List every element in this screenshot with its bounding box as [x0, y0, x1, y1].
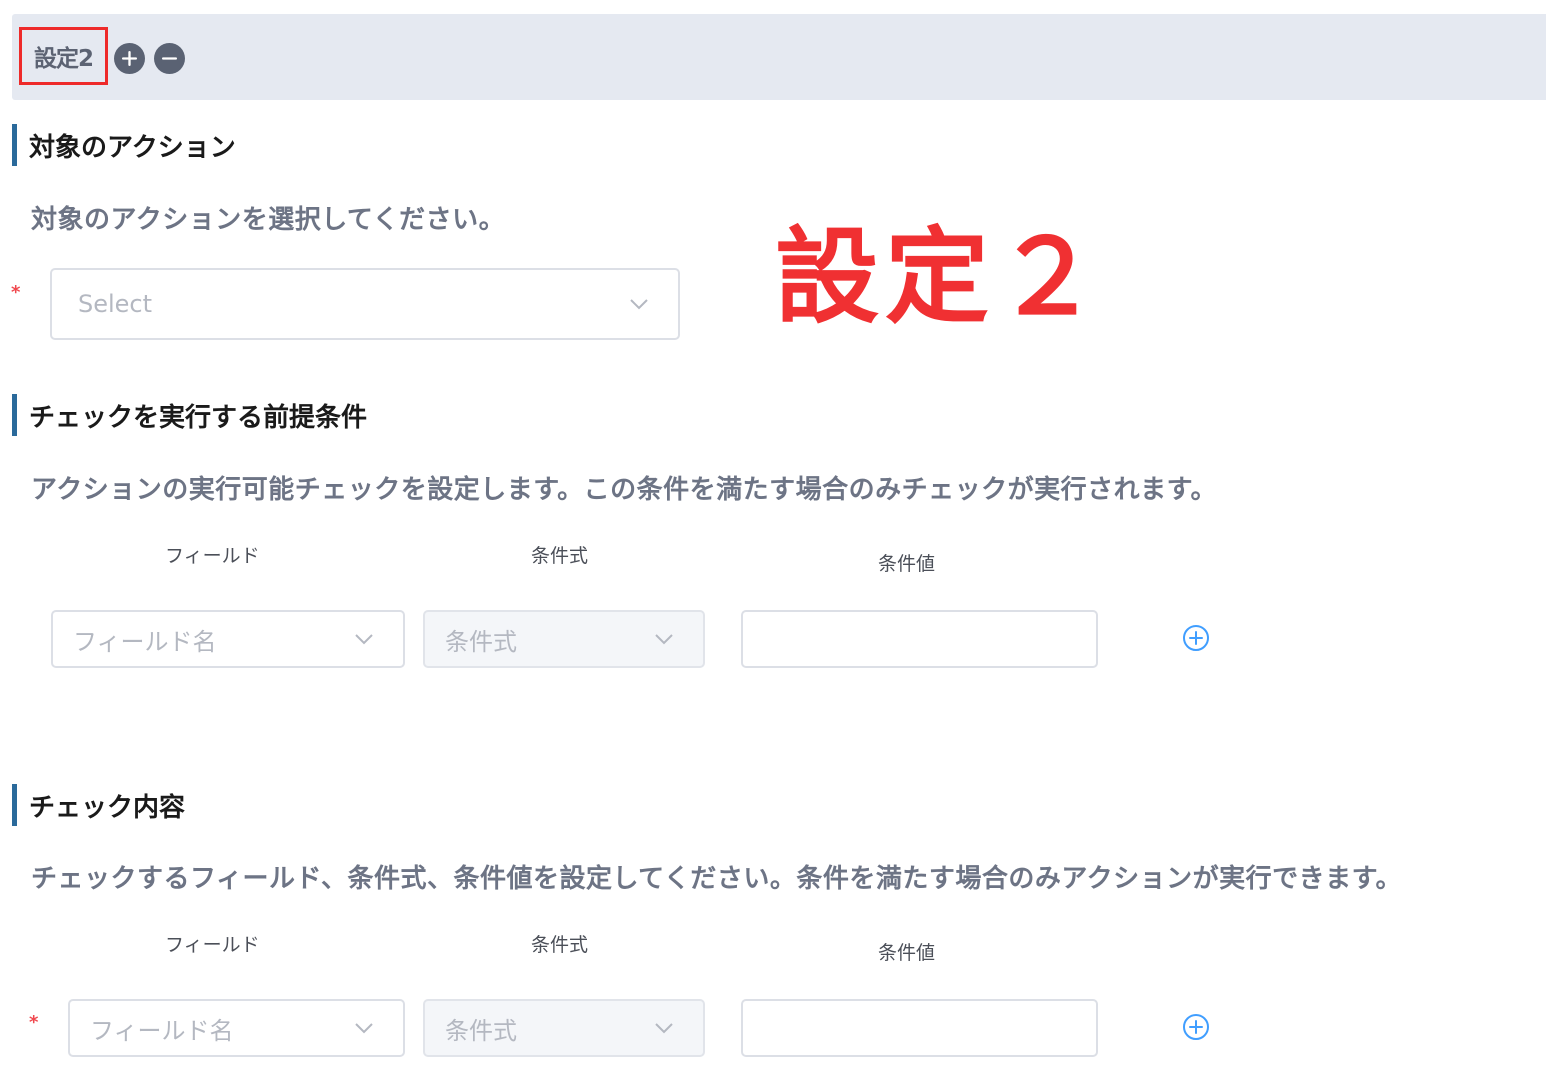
operator-select-placeholder: 条件式	[445, 1016, 517, 1045]
column-label-field: フィールド	[165, 934, 260, 956]
required-mark: *	[11, 282, 21, 303]
add-row-icon[interactable]	[1182, 624, 1210, 652]
section-title-target-action: 対象のアクション	[12, 124, 236, 166]
chevron-down-icon	[630, 299, 648, 310]
add-row-icon[interactable]	[1182, 1013, 1210, 1041]
precondition-field-select[interactable]: フィールド名	[51, 610, 405, 668]
check-value-input[interactable]	[741, 999, 1098, 1057]
check-field-select[interactable]: フィールド名	[68, 999, 405, 1057]
section-description-check-content: チェックするフィールド、条件式、条件値を設定してください。条件を満たす場合のみア…	[31, 864, 1402, 894]
minus-icon	[161, 57, 178, 60]
precondition-operator-select[interactable]: 条件式	[423, 610, 705, 668]
column-label-value: 条件値	[878, 553, 936, 575]
chevron-down-icon	[655, 1023, 673, 1034]
add-setting-button[interactable]	[114, 43, 145, 74]
remove-setting-button[interactable]	[154, 43, 185, 74]
column-label-value: 条件値	[878, 942, 936, 964]
field-select-placeholder: フィールド名	[90, 1016, 234, 1045]
chevron-down-icon	[655, 634, 673, 645]
field-select-placeholder: フィールド名	[73, 627, 217, 656]
action-select[interactable]: Select	[50, 268, 680, 340]
column-label-operator: 条件式	[531, 545, 589, 567]
precondition-value-input[interactable]	[741, 610, 1098, 668]
section-title-check-content: チェック内容	[12, 784, 185, 826]
column-label-operator: 条件式	[531, 934, 589, 956]
plus-icon	[121, 50, 138, 67]
chevron-down-icon	[355, 1023, 373, 1034]
chevron-down-icon	[355, 634, 373, 645]
setting-title: 設定2	[19, 27, 108, 85]
column-label-field: フィールド	[165, 545, 260, 567]
section-title-precondition: チェックを実行する前提条件	[12, 394, 367, 436]
operator-select-placeholder: 条件式	[445, 627, 517, 656]
check-operator-select[interactable]: 条件式	[423, 999, 705, 1057]
action-select-placeholder: Select	[78, 290, 153, 318]
annotation-label: 設定２	[775, 216, 1106, 338]
section-description-target-action: 対象のアクションを選択してください。	[31, 205, 506, 235]
section-description-precondition: アクションの実行可能チェックを設定します。この条件を満たす場合のみチェックが実行…	[31, 475, 1218, 505]
required-mark: *	[29, 1012, 39, 1033]
setting-header-bar	[12, 14, 1546, 100]
